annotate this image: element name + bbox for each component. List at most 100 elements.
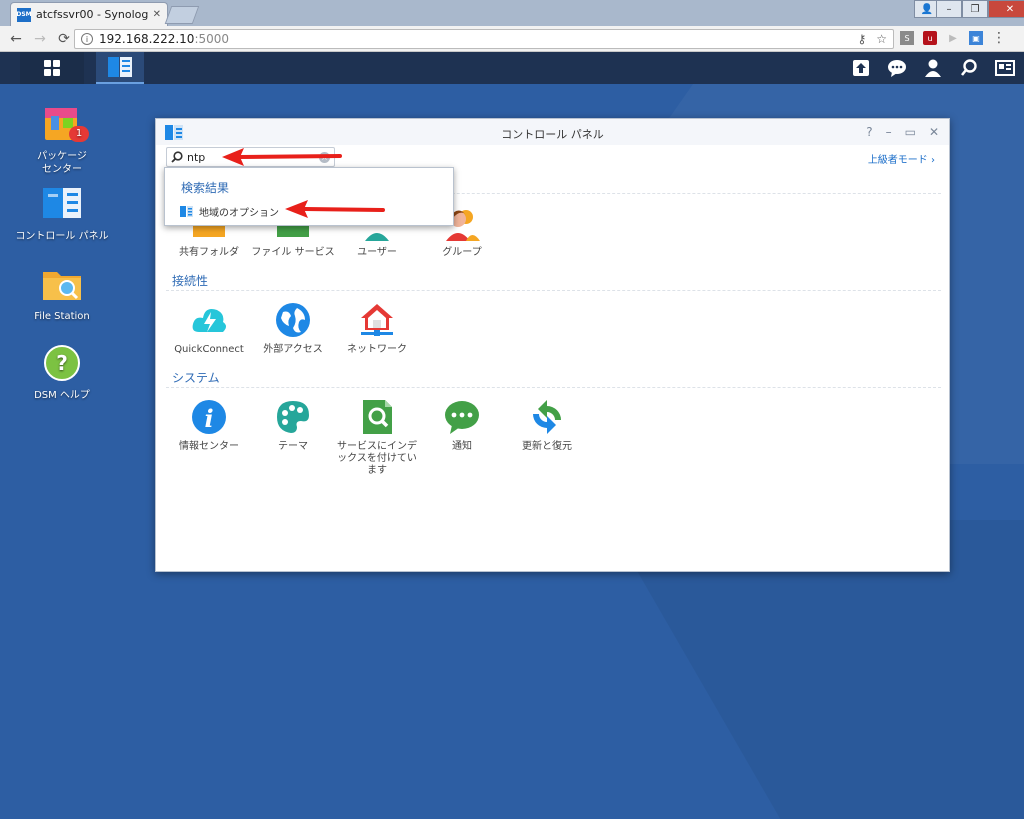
- item-notification[interactable]: 通知: [417, 399, 507, 453]
- section-divider: [166, 387, 941, 388]
- svg-text:?: ?: [56, 351, 68, 375]
- tab-close-icon[interactable]: ✕: [153, 9, 161, 20]
- item-indexing-service[interactable]: サービスにインデックスを付けています: [332, 399, 422, 477]
- restore-icon[interactable]: ❐: [962, 0, 988, 18]
- globe-icon: [275, 302, 311, 338]
- window-title-controls: ? – ▭ ✕: [866, 125, 939, 139]
- taskbar-tray: [850, 52, 1016, 84]
- extension-flag-icon[interactable]: ▶: [946, 31, 960, 45]
- item-label: 外部アクセス: [263, 344, 323, 355]
- item-network[interactable]: ネットワーク: [332, 302, 422, 356]
- item-update-restore[interactable]: 更新と復元: [502, 399, 592, 453]
- svg-text:i: i: [204, 404, 213, 433]
- advanced-mode-link[interactable]: 上級者モード ›: [868, 151, 935, 166]
- browser-tab[interactable]: DSM atcfssvr00 - Synology ✕: [10, 2, 168, 26]
- tab-title: atcfssvr00 - Synology: [36, 8, 148, 21]
- search-results-heading: 検索結果: [181, 181, 230, 195]
- back-arrow-icon[interactable]: ←: [6, 31, 26, 47]
- address-bar[interactable]: i 192.168.222.10:5000 ⚷ ☆: [74, 29, 894, 49]
- browser-menu-icon[interactable]: ⋮: [992, 30, 1006, 46]
- quickconnect-cloud-icon: [191, 302, 227, 338]
- notification-chat-icon: [444, 399, 480, 435]
- desktop-icon-label: File Station: [34, 311, 90, 322]
- extension-icons: S u ▶ ▣ ⋮: [900, 30, 1006, 46]
- control-panel-icon: [41, 186, 83, 226]
- dsm-taskbar: [0, 52, 1024, 84]
- help-icon[interactable]: ?: [866, 125, 872, 139]
- indexing-search-icon: [359, 399, 395, 435]
- search-icon[interactable]: [958, 57, 980, 79]
- palette-icon: [275, 399, 311, 435]
- section-divider: [166, 290, 941, 291]
- desktop-icon-label: センター: [42, 164, 82, 175]
- close-icon[interactable]: ✕: [929, 125, 939, 139]
- clear-search-icon[interactable]: ×: [319, 151, 330, 163]
- desktop-icon-control-panel[interactable]: コントロール パネル: [12, 186, 112, 243]
- control-panel-icon: [180, 206, 193, 217]
- item-info-center[interactable]: i 情報センター: [164, 399, 254, 453]
- item-label: QuickConnect: [174, 344, 244, 355]
- desktop-icon-label: DSM ヘルプ: [34, 390, 90, 401]
- section-title-system: システム: [172, 371, 220, 385]
- item-label: ネットワーク: [347, 344, 407, 355]
- control-panel-icon: [108, 57, 132, 77]
- network-house-icon: [359, 302, 395, 338]
- taskbar-control-panel[interactable]: [96, 52, 144, 84]
- item-label: ファイル サービス: [251, 247, 335, 258]
- url-host: 192.168.222.10: [99, 32, 195, 46]
- user-icon[interactable]: [922, 57, 944, 79]
- minimize-icon[interactable]: –: [886, 125, 892, 139]
- search-result-item[interactable]: 地域のオプション: [180, 204, 279, 219]
- dsm-favicon-icon: DSM: [16, 7, 32, 22]
- info-icon: i: [191, 399, 227, 435]
- widgets-icon[interactable]: [994, 57, 1016, 79]
- extension-s-icon[interactable]: S: [900, 31, 914, 45]
- url-port: :5000: [194, 32, 230, 46]
- desktop-icon-label: パッケージ: [37, 151, 87, 162]
- item-label: グループ: [442, 247, 482, 258]
- item-theme[interactable]: テーマ: [248, 399, 338, 453]
- item-label: ユーザー: [357, 247, 397, 258]
- window-title: コントロール パネル: [501, 128, 604, 141]
- item-label: 更新と復元: [522, 441, 572, 452]
- advanced-mode-label: 上級者モード: [867, 155, 928, 166]
- item-label: テーマ: [278, 441, 308, 452]
- desktop-icon-label: コントロール パネル: [15, 231, 109, 242]
- upload-icon[interactable]: [850, 57, 872, 79]
- search-field[interactable]: ×: [166, 147, 335, 167]
- item-label: サービスにインデックスを付けています: [337, 441, 417, 476]
- item-label: 共有フォルダ: [179, 247, 239, 258]
- item-quickconnect[interactable]: QuickConnect: [164, 302, 254, 356]
- item-label: 情報センター: [179, 441, 239, 452]
- notification-badge: 1: [69, 126, 89, 142]
- file-station-icon: [41, 266, 83, 306]
- search-input[interactable]: [187, 150, 307, 164]
- key-icon[interactable]: ⚷: [857, 32, 866, 46]
- site-info-icon[interactable]: i: [81, 33, 93, 45]
- desktop-icon-package-center[interactable]: 1 パッケージ センター: [12, 106, 112, 176]
- help-icon: ?: [41, 345, 83, 385]
- close-window-icon[interactable]: ✕: [988, 0, 1024, 18]
- forward-arrow-icon[interactable]: →: [30, 31, 50, 47]
- main-menu-icon: [44, 60, 60, 76]
- window-buttons: – ❐ ✕: [936, 0, 1024, 18]
- desktop-icon-dsm-help[interactable]: ? DSM ヘルプ: [12, 345, 112, 402]
- reload-icon[interactable]: ⟳: [54, 31, 74, 47]
- new-tab-button[interactable]: [164, 6, 200, 24]
- search-results-dropdown: 検索結果 地域のオプション: [164, 167, 454, 226]
- bookmark-star-icon[interactable]: ☆: [876, 32, 887, 46]
- maximize-icon[interactable]: ▭: [905, 125, 916, 139]
- package-center-icon: 1: [41, 106, 89, 146]
- desktop-icon-file-station[interactable]: File Station: [12, 266, 112, 323]
- refresh-icon: [529, 399, 565, 435]
- window-titlebar[interactable]: コントロール パネル ? – ▭ ✕: [156, 119, 949, 145]
- item-label: 通知: [452, 441, 472, 452]
- extension-screen-icon[interactable]: ▣: [969, 31, 983, 45]
- ublock-icon[interactable]: u: [923, 31, 937, 45]
- search-result-label: 地域のオプション: [199, 208, 279, 219]
- main-menu-button[interactable]: [20, 52, 84, 84]
- minimize-icon[interactable]: –: [936, 0, 962, 18]
- section-title-connectivity: 接続性: [172, 274, 209, 288]
- chat-icon[interactable]: [886, 57, 908, 79]
- item-external-access[interactable]: 外部アクセス: [248, 302, 338, 356]
